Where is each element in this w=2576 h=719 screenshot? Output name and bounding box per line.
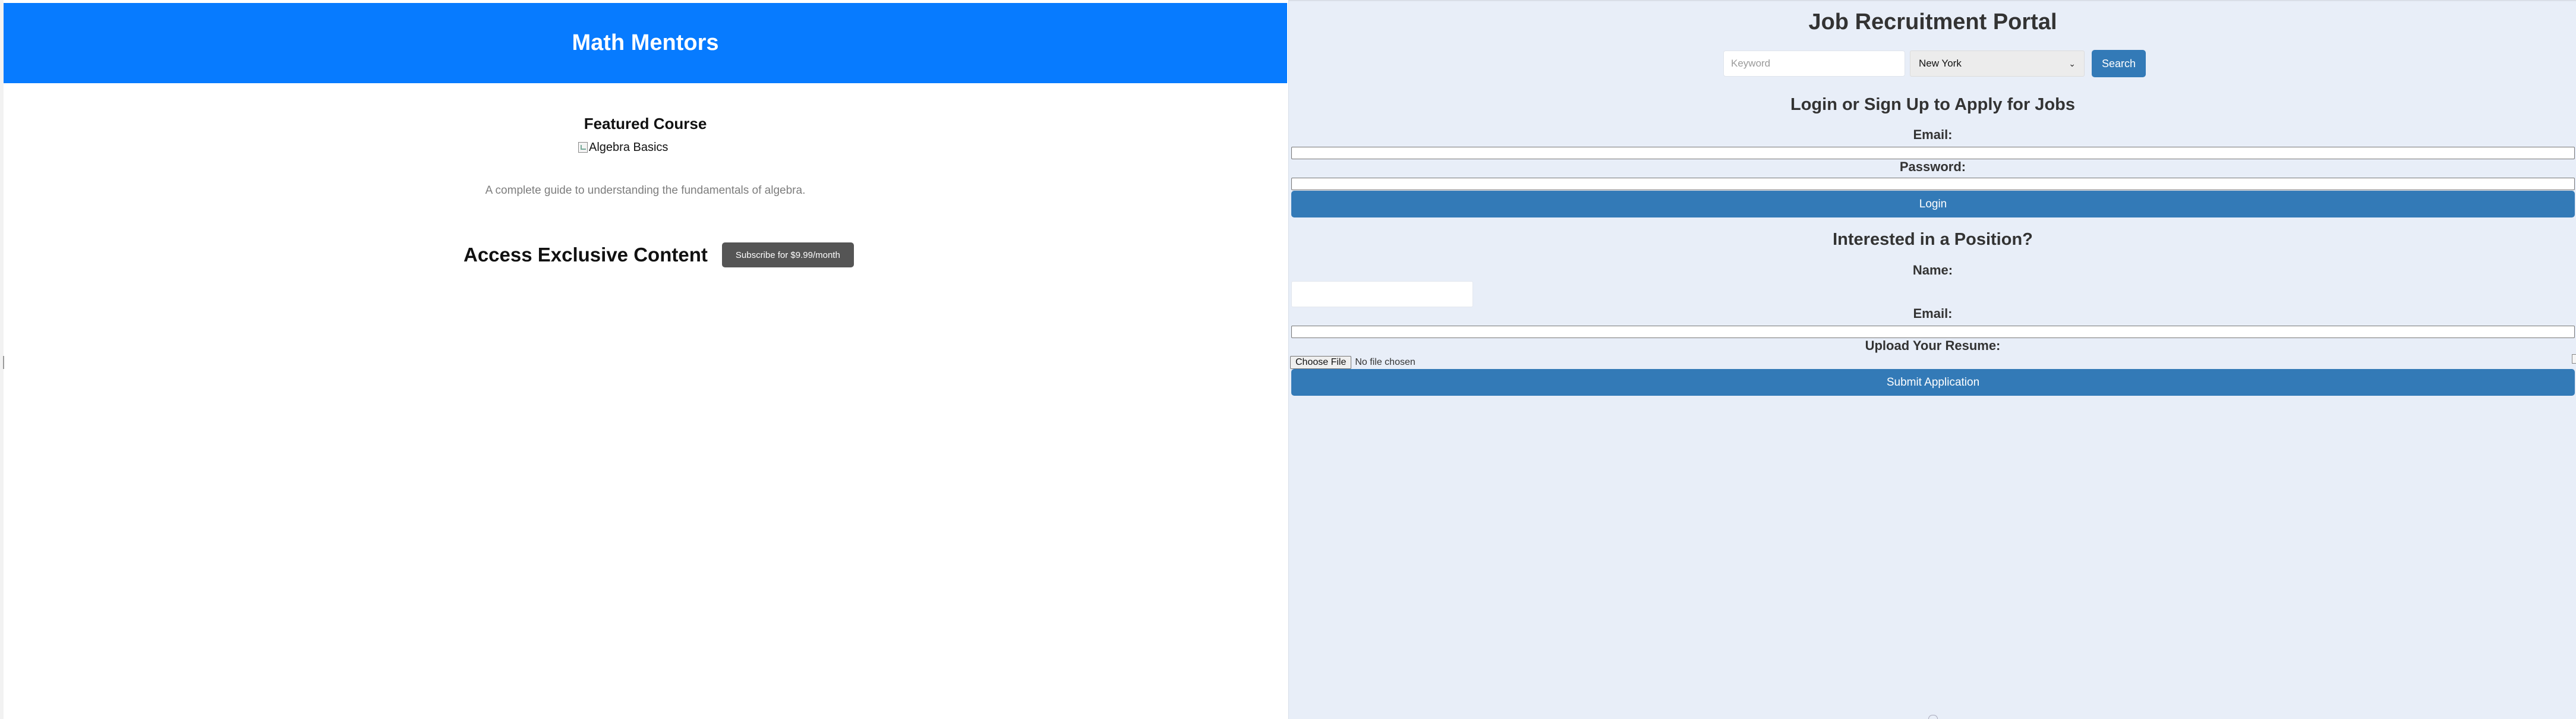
chevron-down-icon: ⌄: [2069, 58, 2076, 68]
scroll-edge-marker: [2572, 354, 2576, 364]
search-button[interactable]: Search: [2092, 50, 2146, 77]
login-email-label: Email:: [1913, 127, 1953, 142]
no-file-chosen-text: No file chosen: [1355, 357, 1415, 367]
job-portal-pane: Job Recruitment Portal Keyword New York …: [1288, 0, 2576, 719]
portal-title: Job Recruitment Portal: [1808, 10, 2057, 34]
subscribe-button[interactable]: Subscribe for $9.99/month: [721, 242, 854, 267]
job-search-bar: Keyword New York ⌄ Search: [1723, 50, 2146, 77]
featured-course-image-alt: Algebra Basics: [589, 140, 669, 154]
access-section: Access Exclusive Content Subscribe for $…: [464, 241, 854, 269]
featured-course-image: Algebra Basics: [578, 140, 668, 155]
apply-email-label: Email:: [1913, 306, 1953, 321]
apply-heading: Interested in a Position?: [1833, 230, 2033, 249]
site-header: Math Mentors: [4, 3, 1287, 83]
login-password-label: Password:: [1899, 159, 1966, 174]
resume-file-input: Choose File No file chosen: [1290, 355, 1415, 370]
login-email-field[interactable]: [1291, 147, 2575, 159]
apply-name-field[interactable]: [1291, 281, 1473, 307]
keyword-placeholder: Keyword: [1731, 58, 1771, 69]
apply-email-field[interactable]: [1291, 326, 2575, 338]
location-selected-value: New York: [1919, 58, 1962, 69]
apply-name-label: Name:: [1912, 263, 1953, 277]
submit-application-button[interactable]: Submit Application: [1291, 369, 2575, 396]
broken-image-icon: [578, 142, 588, 153]
login-heading: Login or Sign Up to Apply for Jobs: [1790, 95, 2075, 114]
pane-top-edge: [1289, 0, 2576, 1]
resume-label: Upload Your Resume:: [1865, 338, 2001, 353]
access-heading: Access Exclusive Content: [464, 244, 708, 266]
featured-course-heading: Featured Course: [584, 115, 707, 133]
featured-course-description: A complete guide to understanding the fu…: [485, 184, 806, 197]
login-button[interactable]: Login: [1291, 191, 2575, 217]
choose-file-button[interactable]: Choose File: [1290, 356, 1352, 369]
login-password-field[interactable]: [1291, 178, 2575, 190]
bottom-scroll-indicator: [1928, 715, 1938, 719]
math-mentors-pane: Math Mentors Featured Course Algebra Bas…: [0, 0, 1288, 719]
location-select[interactable]: New York ⌄: [1910, 51, 2085, 77]
site-title: Math Mentors: [572, 30, 719, 55]
text-caret: [3, 356, 4, 369]
keyword-input[interactable]: Keyword: [1723, 51, 1905, 77]
